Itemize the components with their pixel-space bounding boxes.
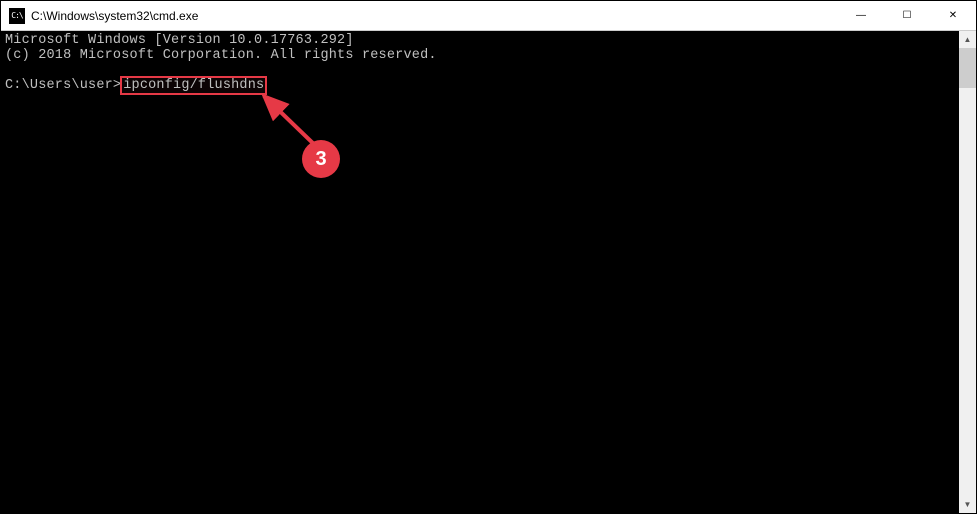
os-version-line: Microsoft Windows [Version 10.0.17763.29… — [5, 33, 354, 48]
scroll-track[interactable] — [959, 48, 976, 496]
close-icon: ✕ — [949, 10, 957, 21]
vertical-scrollbar[interactable]: ▲ ▼ — [959, 31, 976, 513]
maximize-button[interactable]: ☐ — [884, 1, 930, 30]
prompt: C:\Users\user> — [5, 78, 121, 93]
close-button[interactable]: ✕ — [930, 1, 976, 30]
cmd-icon: C:\ — [9, 8, 25, 24]
maximize-icon: ☐ — [903, 10, 912, 21]
scroll-thumb[interactable] — [959, 48, 976, 88]
console-output[interactable]: Microsoft Windows [Version 10.0.17763.29… — [1, 31, 959, 513]
window-controls: — ☐ ✕ — [838, 1, 976, 30]
minimize-button[interactable]: — — [838, 1, 884, 30]
cmd-window: C:\ C:\Windows\system32\cmd.exe — ☐ ✕ Mi… — [0, 0, 977, 514]
scroll-up-button[interactable]: ▲ — [959, 31, 976, 48]
console-area: Microsoft Windows [Version 10.0.17763.29… — [1, 31, 976, 513]
window-title: C:\Windows\system32\cmd.exe — [31, 9, 838, 23]
minimize-icon: — — [856, 10, 866, 21]
titlebar[interactable]: C:\ C:\Windows\system32\cmd.exe — ☐ ✕ — [1, 1, 976, 31]
typed-command: ipconfig/flushdns — [120, 76, 267, 95]
scroll-down-button[interactable]: ▼ — [959, 496, 976, 513]
copyright-line: (c) 2018 Microsoft Corporation. All righ… — [5, 48, 437, 63]
